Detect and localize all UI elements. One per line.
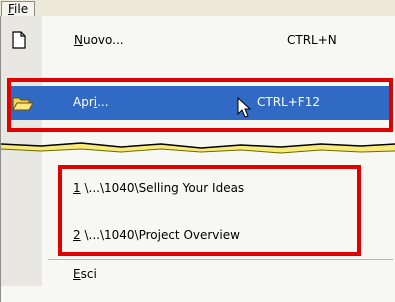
- torn-edge: [1, 142, 395, 154]
- menu-item-nuovo[interactable]: Nuovo... CTRL+N: [1, 26, 394, 54]
- apri-label-end: ...: [97, 95, 109, 109]
- mouse-cursor-icon: [237, 96, 253, 122]
- recent-file-1[interactable]: 1 \...\1040\Selling Your Ideas: [73, 181, 244, 195]
- menu-separator: [48, 259, 393, 260]
- esci-label: sci: [80, 267, 97, 281]
- new-document-icon: [10, 31, 28, 52]
- recent1-label: \...\1040\Selling Your Ideas: [80, 181, 245, 195]
- nuovo-label: uovo...: [82, 33, 124, 47]
- nuovo-mnemonic: N: [74, 33, 83, 47]
- file-menu[interactable]: File: [1, 1, 35, 17]
- nuovo-shortcut: CTRL+N: [287, 33, 337, 47]
- menu-item-esci[interactable]: Esci: [73, 267, 97, 281]
- recent-file-2[interactable]: 2 \...\1040\Project Overview: [73, 228, 240, 242]
- apri-shortcut: CTRL+F12: [257, 95, 320, 109]
- open-folder-icon: [12, 94, 34, 115]
- file-label: ile: [14, 2, 29, 16]
- recent2-mnemonic: 2: [73, 228, 81, 242]
- menu-item-apri[interactable]: Apri... CTRL+F12: [10, 86, 393, 120]
- recent2-label: \...\1040\Project Overview: [80, 228, 240, 242]
- menu-bar: File: [0, 0, 395, 17]
- esci-mnemonic: E: [73, 267, 81, 281]
- apri-label-start: Apr: [73, 95, 94, 109]
- recent1-mnemonic: 1: [73, 181, 81, 195]
